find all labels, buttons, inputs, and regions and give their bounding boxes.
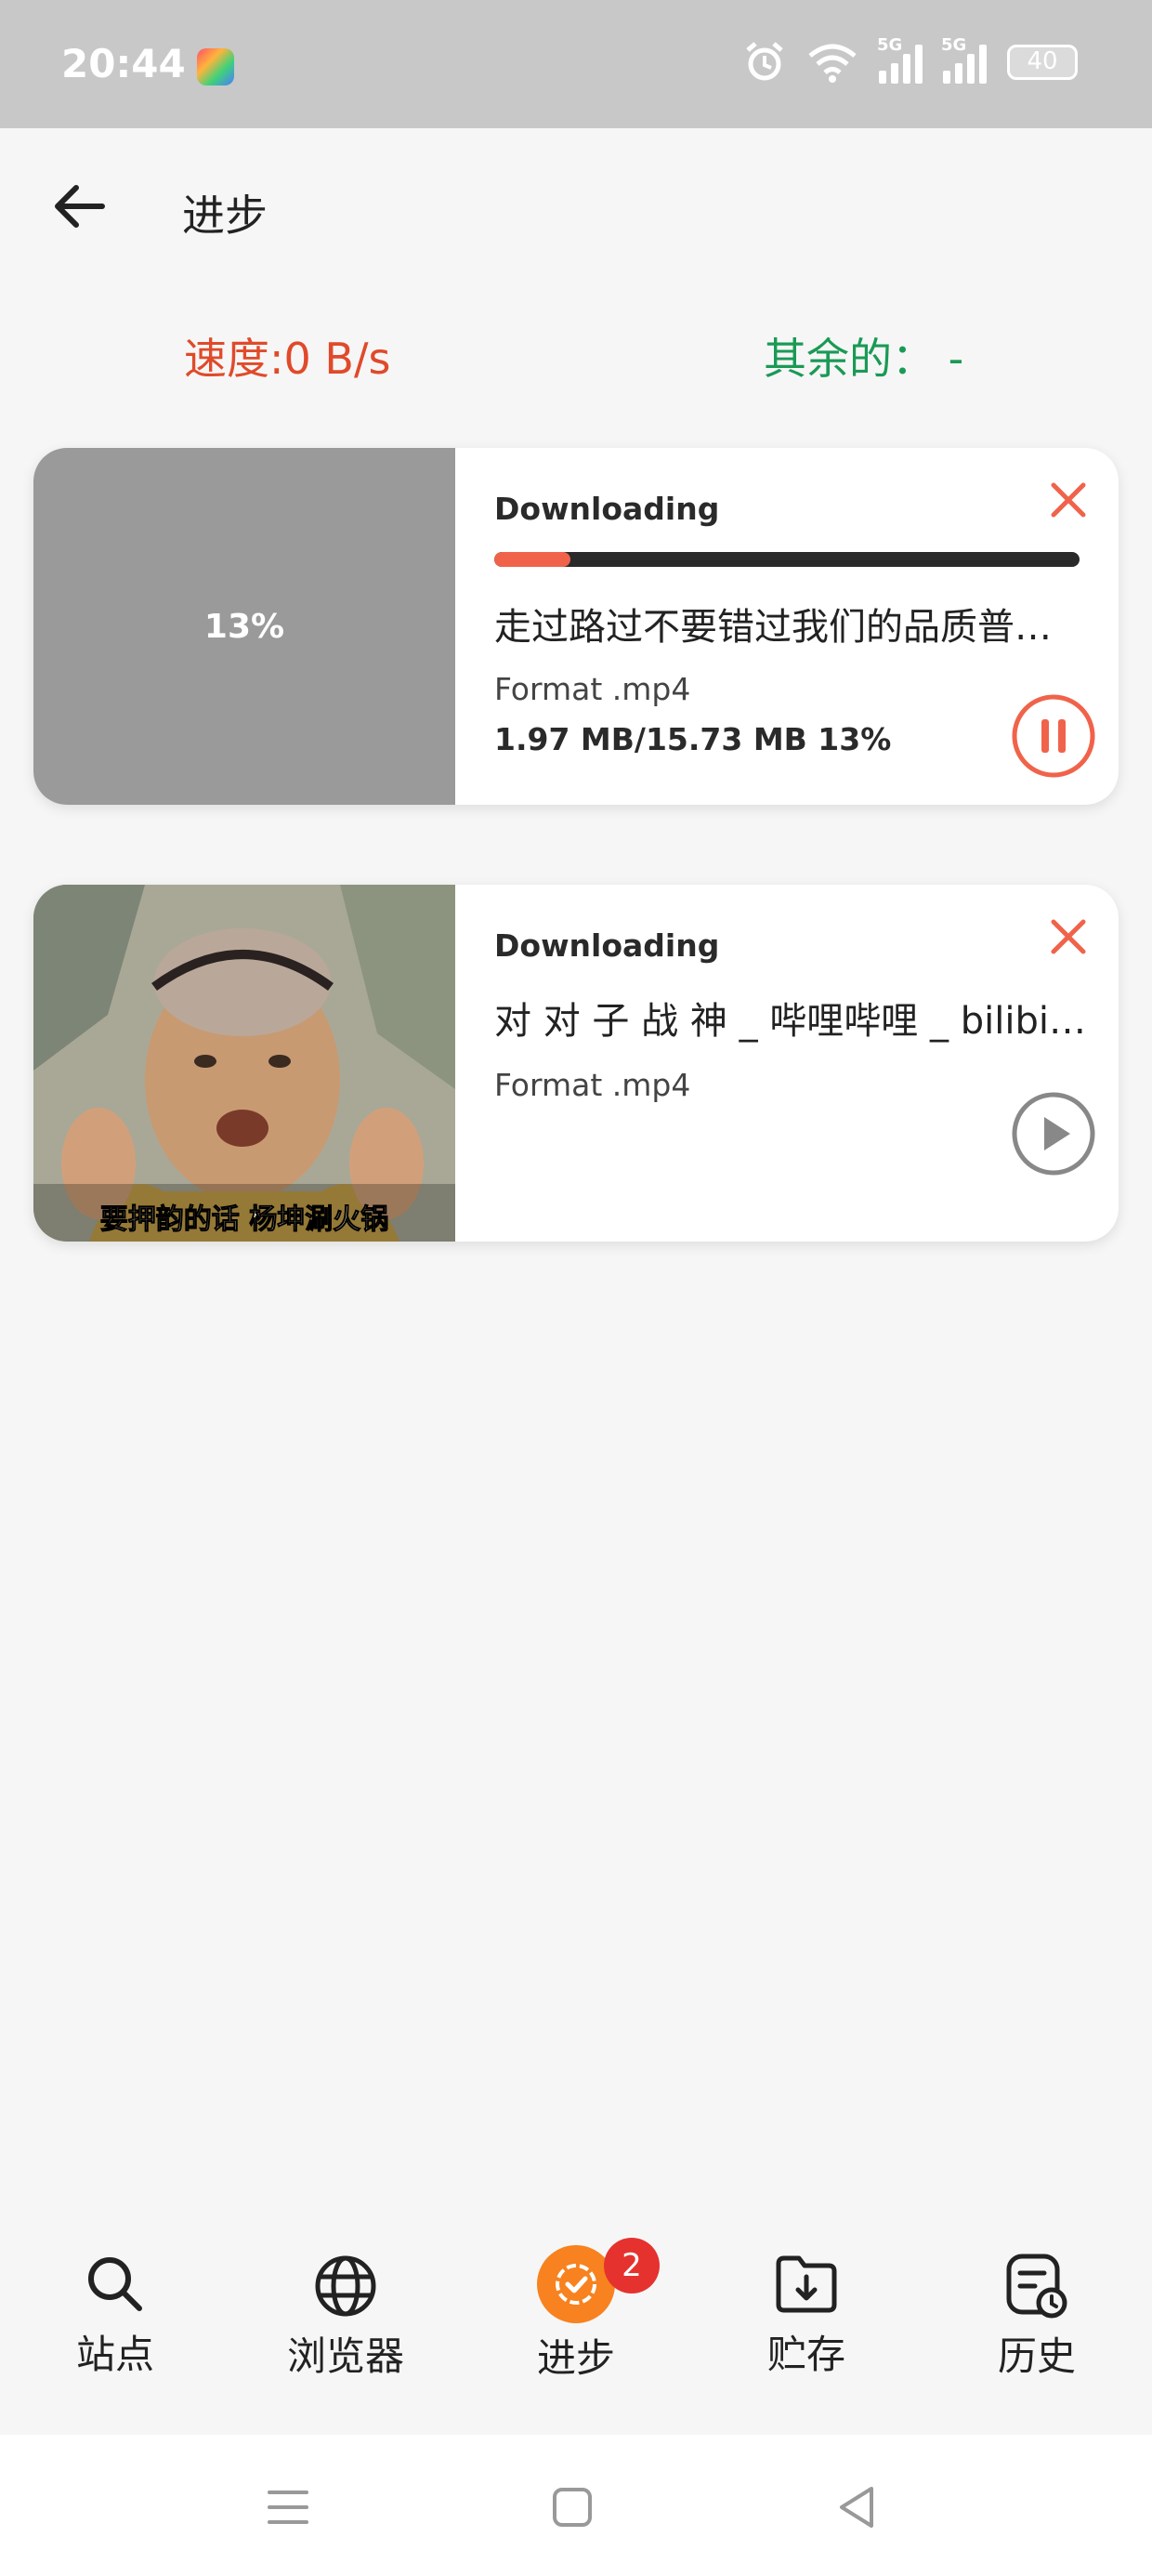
globe-icon	[315, 2255, 376, 2317]
download-item[interactable]: 13% Downloading 走过路过不要错过我们的品质普… Format .…	[33, 448, 1119, 805]
nav-label: 站点	[75, 2332, 154, 2377]
wifi-icon	[808, 44, 857, 83]
thumbnail-image: 要押韵的话 杨坤涮火锅	[33, 885, 455, 1242]
battery-icon: 40	[1007, 45, 1078, 80]
network-type: 5G	[941, 35, 967, 55]
nav-label: 历史	[997, 2333, 1076, 2379]
nav-label: 进步	[536, 2335, 615, 2381]
status-time: 20:44	[61, 41, 186, 86]
download-status: Downloading	[494, 927, 720, 964]
page-title: 进步	[182, 191, 268, 241]
download-status: Downloading	[494, 491, 720, 527]
status-icons: 5G 5G 40	[743, 35, 1078, 84]
thumbnail-progress-label: 13%	[203, 607, 285, 646]
menu-icon[interactable]	[266, 2485, 310, 2530]
remaining-time: 其余的： -	[764, 334, 964, 384]
file-name: 走过路过不要错过我们的品质普…	[494, 606, 1052, 649]
close-icon[interactable]	[1046, 914, 1091, 959]
close-icon[interactable]	[1046, 478, 1091, 522]
nav-item-browser[interactable]: 浏览器	[271, 2253, 420, 2401]
progress-fill	[494, 552, 570, 567]
download-item[interactable]: 要押韵的话 杨坤涮火锅 Downloading 对 对 子 战 神 _ 哔哩哔哩…	[33, 885, 1119, 1242]
nav-item-progress[interactable]: 2 进步	[502, 2238, 660, 2403]
network-type: 5G	[877, 35, 903, 55]
alarm-icon	[746, 42, 783, 81]
back-arrow-icon[interactable]	[48, 177, 108, 236]
download-speed: 速度:0 B/s	[184, 334, 391, 384]
notification-badge: 2	[604, 2238, 660, 2293]
video-thumbnail: 要押韵的话 杨坤涮火锅	[33, 885, 455, 1242]
play-icon[interactable]	[1009, 1089, 1098, 1178]
signal-icon: 5G	[877, 35, 923, 84]
nav-item-sites[interactable]: 站点	[41, 2253, 190, 2401]
nav-label: 浏览器	[286, 2333, 404, 2379]
history-icon	[1006, 2254, 1067, 2319]
app-notification-icon	[197, 48, 234, 85]
file-size-progress: 1.97 MB/15.73 MB 13%	[494, 721, 892, 757]
back-triangle-icon[interactable]	[834, 2483, 879, 2531]
folder-download-icon	[776, 2255, 837, 2313]
pause-icon[interactable]	[1009, 691, 1098, 781]
nav-item-history[interactable]: 历史	[962, 2253, 1111, 2401]
download-progress-bar	[494, 552, 1080, 567]
video-thumbnail: 13%	[33, 448, 455, 805]
file-format: Format .mp4	[494, 671, 691, 707]
thumbnail-caption: 要押韵的话 杨坤涮火锅	[100, 1203, 388, 1236]
home-icon[interactable]	[550, 2485, 595, 2530]
file-format: Format .mp4	[494, 1067, 691, 1103]
nav-item-storage[interactable]: 贮存	[732, 2253, 881, 2401]
file-name: 对 对 子 战 神 _ 哔哩哔哩 _ bilibili…	[494, 1000, 1089, 1043]
nav-label: 贮存	[766, 2332, 845, 2377]
progress-icon	[537, 2245, 615, 2323]
signal-icon: 5G	[941, 35, 987, 84]
search-icon	[88, 2257, 142, 2311]
